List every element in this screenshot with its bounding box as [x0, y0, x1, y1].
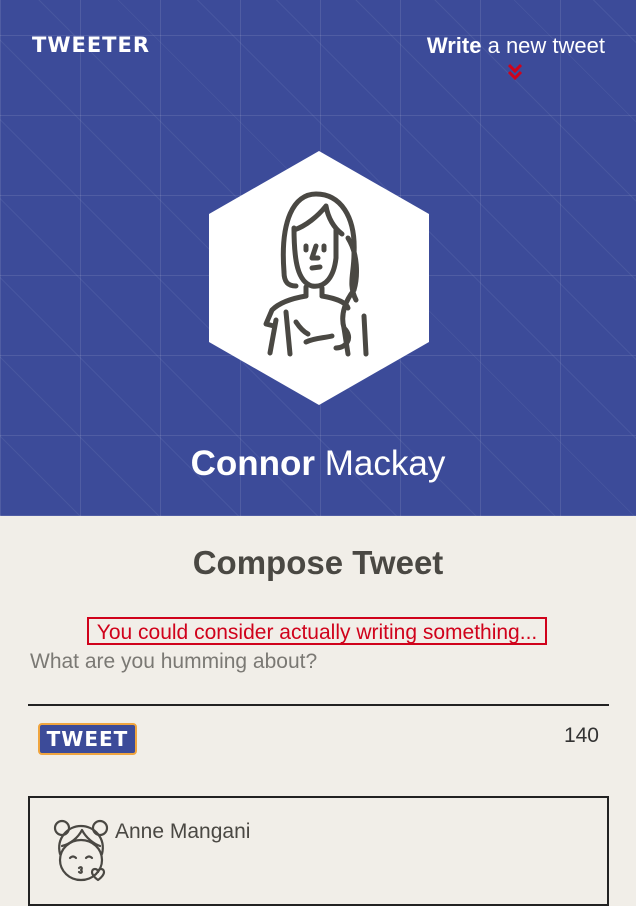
brand-logo[interactable]: TWEETER: [32, 33, 150, 57]
tweet-author-name: Anne Mangani: [115, 820, 251, 843]
profile-header: TWEETER Write a new tweet Connor Mackay: [0, 0, 636, 516]
tweet-card: Anne Mangani: [28, 796, 609, 906]
profile-avatar: [209, 151, 429, 405]
write-link-text: a new tweet: [481, 33, 605, 58]
write-new-tweet-link[interactable]: Write a new tweet: [427, 33, 605, 59]
tweet-button[interactable]: TWEET: [38, 723, 137, 755]
write-link-bold: Write: [426, 33, 482, 58]
character-counter: 140: [563, 724, 599, 747]
profile-name: Connor Mackay: [0, 444, 636, 484]
profile-last-name: Mackay: [315, 444, 446, 483]
double-chevron-down-icon[interactable]: [505, 62, 525, 82]
tweet-textarea[interactable]: [28, 648, 609, 706]
kissing-face-avatar-icon: [53, 819, 109, 882]
profile-first-name: Connor: [190, 444, 316, 483]
error-message: You could consider actually writing some…: [87, 617, 547, 645]
compose-title: Compose Tweet: [192, 544, 444, 581]
